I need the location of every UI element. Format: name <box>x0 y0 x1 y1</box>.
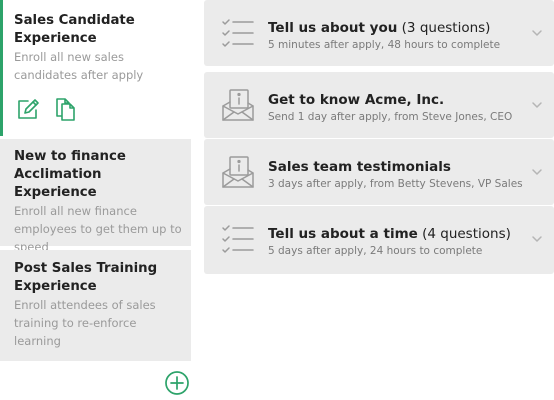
experience-title: New to finance Acclimation Experience <box>14 149 126 200</box>
message-title: Get to know Acme, Inc. <box>268 92 444 108</box>
edit-button[interactable] <box>15 95 43 123</box>
experience-item-post-sales-training[interactable]: Post Sales Training Experience Enroll at… <box>0 250 191 361</box>
experience-description: Enroll attendees of sales training to re… <box>14 298 156 348</box>
experience-item-sales-candidate[interactable]: Sales Candidate Experience Enroll all ne… <box>0 0 191 136</box>
mail-info-icon <box>222 89 254 121</box>
message-title-main: Tell us about a time <box>268 226 418 242</box>
message-card[interactable]: Tell us about you (3 questions) 5 minute… <box>204 0 554 66</box>
chevron-down-icon[interactable] <box>530 98 544 112</box>
mail-info-icon <box>222 156 254 188</box>
message-title-main: Tell us about you <box>268 20 398 36</box>
edit-icon <box>18 99 39 119</box>
message-card[interactable]: Get to know Acme, Inc. Send 1 day after … <box>204 72 554 138</box>
message-card[interactable]: Sales team testimonials 3 days after app… <box>204 139 554 205</box>
experience-item-finance[interactable]: New to finance Acclimation Experience En… <box>0 139 191 254</box>
message-card[interactable]: Tell us about a time (4 questions) 5 day… <box>204 206 554 274</box>
chevron-down-icon[interactable] <box>530 232 544 246</box>
message-subtitle: 5 minutes after apply, 48 hours to compl… <box>268 39 501 51</box>
chevron-down-icon[interactable] <box>530 26 544 40</box>
experience-title: Post Sales Training Experience <box>14 261 158 294</box>
message-title-suffix: (3 questions) <box>397 20 491 36</box>
add-experience-button[interactable] <box>164 370 190 396</box>
message-title: Tell us about you (3 questions) <box>268 20 490 36</box>
message-subtitle: 3 days after apply, from Betty Stevens, … <box>268 178 523 190</box>
experience-actions <box>15 95 79 123</box>
checklist-icon <box>222 225 254 253</box>
message-title-suffix: (4 questions) <box>417 226 511 242</box>
experience-title: Sales Candidate Experience <box>14 13 135 46</box>
message-title-main: Get to know Acme, Inc. <box>268 92 445 108</box>
message-subtitle: 5 days after apply, 24 hours to complete <box>268 245 483 257</box>
chevron-down-icon[interactable] <box>530 165 544 179</box>
checklist-icon <box>222 19 254 47</box>
duplicate-button[interactable] <box>51 95 79 123</box>
message-title: Tell us about a time (4 questions) <box>268 226 511 242</box>
experience-description: Enroll all new finance employees to get … <box>14 204 182 254</box>
message-title: Sales team testimonials <box>268 159 451 175</box>
message-subtitle: Send 1 day after apply, from Steve Jones… <box>268 111 513 123</box>
experience-list: Sales Candidate Experience Enroll all ne… <box>0 0 191 395</box>
message-title-main: Sales team testimonials <box>268 159 451 175</box>
experience-description: Enroll all new sales candidates after ap… <box>14 50 144 82</box>
plus-circle-icon <box>165 371 189 395</box>
copy-icon <box>56 98 75 121</box>
